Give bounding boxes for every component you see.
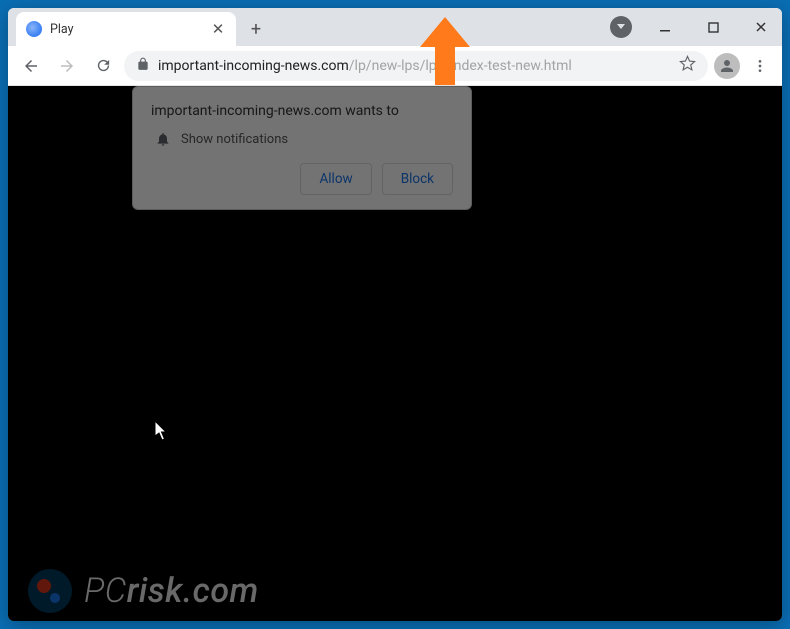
browser-window: Play ✕ + <box>8 8 782 621</box>
new-tab-button[interactable]: + <box>242 15 270 43</box>
url-host: important-incoming-news.com <box>158 58 349 74</box>
watermark-text: PCrisk.com <box>84 571 259 611</box>
favicon-icon <box>26 21 42 37</box>
url-path: /lp/new-lps/lp2/index-test-new.html <box>349 58 572 74</box>
bookmark-star-icon[interactable] <box>679 55 696 76</box>
cursor-icon <box>155 421 169 441</box>
page-content: important-incoming-news.com wants to Sho… <box>8 86 782 621</box>
dim-overlay <box>8 86 782 621</box>
toolbar: important-incoming-news.com/lp/new-lps/l… <box>8 46 782 86</box>
url-text: important-incoming-news.com/lp/new-lps/l… <box>158 58 572 74</box>
window-controls <box>610 8 776 46</box>
profile-avatar[interactable] <box>714 53 740 79</box>
maximize-button[interactable] <box>698 12 728 42</box>
titlebar: Play ✕ + <box>8 8 782 46</box>
lock-icon <box>136 56 150 75</box>
watermark-logo-icon <box>28 569 72 613</box>
kebab-menu-button[interactable] <box>746 52 774 80</box>
close-tab-button[interactable]: ✕ <box>210 21 226 37</box>
browser-tab[interactable]: Play ✕ <box>16 12 236 46</box>
watermark-pc: PC <box>84 571 127 611</box>
watermark-rest: risk.com <box>127 571 259 611</box>
forward-button[interactable] <box>52 51 82 81</box>
address-bar[interactable]: important-incoming-news.com/lp/new-lps/l… <box>124 51 708 81</box>
minimize-button[interactable] <box>650 12 680 42</box>
close-window-button[interactable] <box>746 12 776 42</box>
reload-button[interactable] <box>88 51 118 81</box>
watermark: PCrisk.com <box>28 569 259 613</box>
back-button[interactable] <box>16 51 46 81</box>
account-indicator-icon[interactable] <box>610 16 632 38</box>
tab-title: Play <box>50 22 210 37</box>
